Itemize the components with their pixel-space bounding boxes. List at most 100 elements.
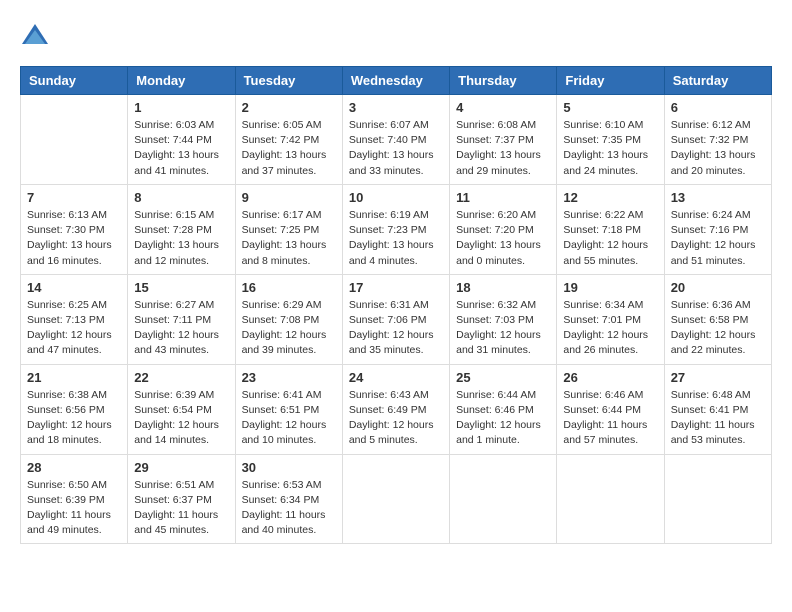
day-number: 6 [671,100,765,115]
calendar-week-1: 1Sunrise: 6:03 AMSunset: 7:44 PMDaylight… [21,95,772,185]
calendar-cell: 8 Sunrise: 6:15 AMSunset: 7:28 PMDaylight… [128,184,235,274]
calendar-table: SundayMondayTuesdayWednesdayThursdayFrid… [20,66,772,544]
day-number: 24 [349,370,443,385]
day-number: 3 [349,100,443,115]
page-header [20,20,772,50]
calendar-cell: 23Sunrise: 6:41 AMSunset: 6:51 PMDayligh… [235,364,342,454]
day-info: Sunrise: 6:46 AMSunset: 6:44 PMDaylight:… [563,388,657,449]
calendar-cell: 20Sunrise: 6:36 AMSunset: 6:58 PMDayligh… [664,274,771,364]
day-number: 21 [27,370,121,385]
calendar-cell: 15 Sunrise: 6:27 AMSunset: 7:11 PMDayligh… [128,274,235,364]
day-info: Sunrise: 6:36 AMSunset: 6:58 PMDaylight:… [671,298,765,359]
day-number: 8 [134,190,228,205]
day-info: Sunrise: 6:20 AMSunset: 7:20 PMDaylight:… [456,208,550,269]
logo [20,20,54,50]
day-number: 28 [27,460,121,475]
calendar-cell: 1Sunrise: 6:03 AMSunset: 7:44 PMDaylight… [128,95,235,185]
day-number: 12 [563,190,657,205]
calendar-cell: 5Sunrise: 6:10 AMSunset: 7:35 PMDaylight… [557,95,664,185]
calendar-cell [664,454,771,544]
calendar-cell [557,454,664,544]
calendar-cell: 21 Sunrise: 6:38 AMSunset: 6:56 PMDayligh… [21,364,128,454]
day-info: Sunrise: 6:31 AMSunset: 7:06 PMDaylight:… [349,298,443,359]
day-info: Sunrise: 6:27 AMSunset: 7:11 PMDaylight:… [134,298,228,359]
calendar-cell [450,454,557,544]
day-info: Sunrise: 6:43 AMSunset: 6:49 PMDaylight:… [349,388,443,449]
day-info: Sunrise: 6:25 AMSunset: 7:13 PMDaylight:… [27,298,121,359]
calendar-cell: 27 Sunrise: 6:48 AMSunset: 6:41 PMDayligh… [664,364,771,454]
calendar-cell: 2 Sunrise: 6:05 AMSunset: 7:42 PMDaylight… [235,95,342,185]
day-info: Sunrise: 6:05 AMSunset: 7:42 PMDaylight:… [242,118,336,179]
day-number: 26 [563,370,657,385]
day-number: 30 [242,460,336,475]
day-info: Sunrise: 6:50 AMSunset: 6:39 PMDaylight:… [27,478,121,539]
weekday-header-saturday: Saturday [664,67,771,95]
day-number: 27 [671,370,765,385]
calendar-cell: 19 Sunrise: 6:34 AMSunset: 7:01 PMDayligh… [557,274,664,364]
day-number: 14 [27,280,121,295]
calendar-cell: 3 Sunrise: 6:07 AMSunset: 7:40 PMDaylight… [342,95,449,185]
day-number: 29 [134,460,228,475]
day-info: Sunrise: 6:38 AMSunset: 6:56 PMDaylight:… [27,388,121,449]
day-number: 16 [242,280,336,295]
day-number: 4 [456,100,550,115]
calendar-cell: 13Sunrise: 6:24 AMSunset: 7:16 PMDayligh… [664,184,771,274]
day-info: Sunrise: 6:29 AMSunset: 7:08 PMDaylight:… [242,298,336,359]
calendar-cell: 30 Sunrise: 6:53 AMSunset: 6:34 PMDayligh… [235,454,342,544]
weekday-header-thursday: Thursday [450,67,557,95]
day-info: Sunrise: 6:44 AMSunset: 6:46 PMDaylight:… [456,388,550,449]
logo-icon [20,20,50,50]
calendar-cell: 10 Sunrise: 6:19 AMSunset: 7:23 PMDayligh… [342,184,449,274]
calendar-cell: 11 Sunrise: 6:20 AMSunset: 7:20 PMDayligh… [450,184,557,274]
day-number: 5 [563,100,657,115]
day-info: Sunrise: 6:39 AMSunset: 6:54 PMDaylight:… [134,388,228,449]
calendar-cell: 16 Sunrise: 6:29 AMSunset: 7:08 PMDayligh… [235,274,342,364]
day-info: Sunrise: 6:41 AMSunset: 6:51 PMDaylight:… [242,388,336,449]
day-info: Sunrise: 6:22 AMSunset: 7:18 PMDaylight:… [563,208,657,269]
weekday-header-sunday: Sunday [21,67,128,95]
day-number: 22 [134,370,228,385]
day-info: Sunrise: 6:24 AMSunset: 7:16 PMDaylight:… [671,208,765,269]
day-info: Sunrise: 6:07 AMSunset: 7:40 PMDaylight:… [349,118,443,179]
calendar-cell: 12 Sunrise: 6:22 AMSunset: 7:18 PMDayligh… [557,184,664,274]
weekday-header-wednesday: Wednesday [342,67,449,95]
day-info: Sunrise: 6:19 AMSunset: 7:23 PMDaylight:… [349,208,443,269]
calendar-cell: 25 Sunrise: 6:44 AMSunset: 6:46 PMDayligh… [450,364,557,454]
calendar-cell: 6 Sunrise: 6:12 AMSunset: 7:32 PMDaylight… [664,95,771,185]
day-info: Sunrise: 6:53 AMSunset: 6:34 PMDaylight:… [242,478,336,539]
calendar-week-4: 21 Sunrise: 6:38 AMSunset: 6:56 PMDayligh… [21,364,772,454]
day-number: 19 [563,280,657,295]
weekday-header-friday: Friday [557,67,664,95]
calendar-cell: 29 Sunrise: 6:51 AMSunset: 6:37 PMDayligh… [128,454,235,544]
day-info: Sunrise: 6:32 AMSunset: 7:03 PMDaylight:… [456,298,550,359]
calendar-cell: 18 Sunrise: 6:32 AMSunset: 7:03 PMDayligh… [450,274,557,364]
calendar-cell: 14 Sunrise: 6:25 AMSunset: 7:13 PMDayligh… [21,274,128,364]
day-number: 1 [134,100,228,115]
calendar-week-5: 28 Sunrise: 6:50 AMSunset: 6:39 PMDayligh… [21,454,772,544]
day-number: 9 [242,190,336,205]
day-info: Sunrise: 6:51 AMSunset: 6:37 PMDaylight:… [134,478,228,539]
day-number: 15 [134,280,228,295]
day-number: 2 [242,100,336,115]
day-info: Sunrise: 6:15 AMSunset: 7:28 PMDaylight:… [134,208,228,269]
day-number: 18 [456,280,550,295]
day-info: Sunrise: 6:48 AMSunset: 6:41 PMDaylight:… [671,388,765,449]
day-number: 10 [349,190,443,205]
weekday-header-tuesday: Tuesday [235,67,342,95]
calendar-cell [342,454,449,544]
calendar-cell: 22 Sunrise: 6:39 AMSunset: 6:54 PMDayligh… [128,364,235,454]
calendar-week-3: 14 Sunrise: 6:25 AMSunset: 7:13 PMDayligh… [21,274,772,364]
calendar-cell: 28 Sunrise: 6:50 AMSunset: 6:39 PMDayligh… [21,454,128,544]
day-info: Sunrise: 6:12 AMSunset: 7:32 PMDaylight:… [671,118,765,179]
day-info: Sunrise: 6:13 AMSunset: 7:30 PMDaylight:… [27,208,121,269]
day-info: Sunrise: 6:08 AMSunset: 7:37 PMDaylight:… [456,118,550,179]
calendar-cell: 9 Sunrise: 6:17 AMSunset: 7:25 PMDaylight… [235,184,342,274]
calendar-week-2: 7Sunrise: 6:13 AMSunset: 7:30 PMDaylight… [21,184,772,274]
calendar-cell: 4 Sunrise: 6:08 AMSunset: 7:37 PMDaylight… [450,95,557,185]
day-number: 25 [456,370,550,385]
day-info: Sunrise: 6:17 AMSunset: 7:25 PMDaylight:… [242,208,336,269]
day-number: 17 [349,280,443,295]
day-info: Sunrise: 6:34 AMSunset: 7:01 PMDaylight:… [563,298,657,359]
calendar-cell: 7Sunrise: 6:13 AMSunset: 7:30 PMDaylight… [21,184,128,274]
day-number: 11 [456,190,550,205]
